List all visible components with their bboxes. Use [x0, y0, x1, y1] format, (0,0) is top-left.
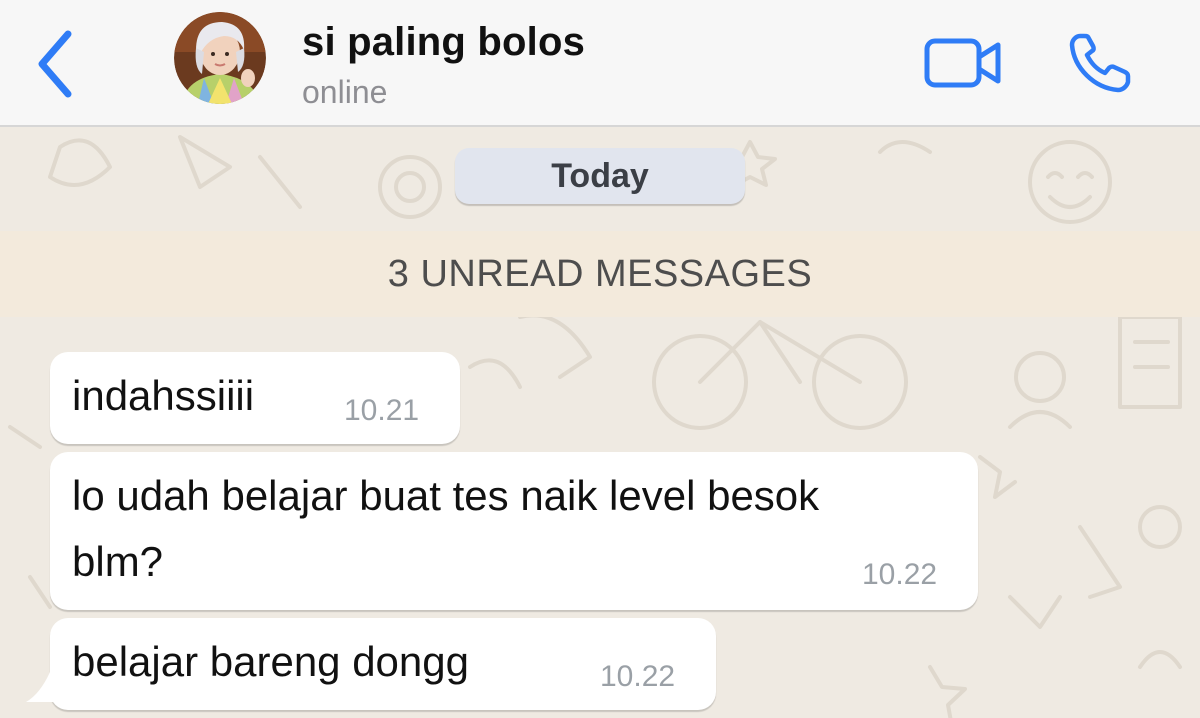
message-time: 10.22	[862, 558, 938, 591]
message-text: lo udah belajar buat tes naik level beso…	[72, 472, 820, 519]
back-button[interactable]	[30, 28, 82, 100]
chat-area[interactable]: Today 3 UNREAD MESSAGES indahssiiii 10.2…	[0, 127, 1200, 718]
video-call-button[interactable]	[922, 36, 1004, 90]
avatar-image	[174, 12, 266, 104]
video-camera-icon	[924, 38, 1001, 88]
avatar[interactable]	[174, 12, 266, 104]
contact-name[interactable]: si paling bolos	[302, 20, 585, 65]
message-time: 10.21	[344, 394, 420, 427]
phone-icon	[1069, 33, 1131, 93]
message-bubble[interactable]: indahssiiii 10.21	[50, 352, 460, 444]
chat-header: si paling bolos online	[0, 0, 1200, 127]
chevron-left-icon	[38, 30, 72, 98]
unread-messages-banner: 3 UNREAD MESSAGES	[0, 231, 1200, 317]
message-text: indahssiiii	[72, 372, 255, 419]
message-text: belajar bareng dongg	[72, 638, 469, 685]
message-text: blm?	[72, 538, 164, 585]
message-time: 10.22	[600, 660, 676, 693]
voice-call-button[interactable]	[1066, 30, 1136, 96]
message-bubble[interactable]: belajar bareng dongg 10.22	[50, 618, 716, 710]
bubble-tail	[26, 672, 62, 702]
date-separator: Today	[455, 148, 745, 204]
message-bubble[interactable]: lo udah belajar buat tes naik level beso…	[50, 452, 978, 610]
contact-status: online	[302, 74, 388, 110]
